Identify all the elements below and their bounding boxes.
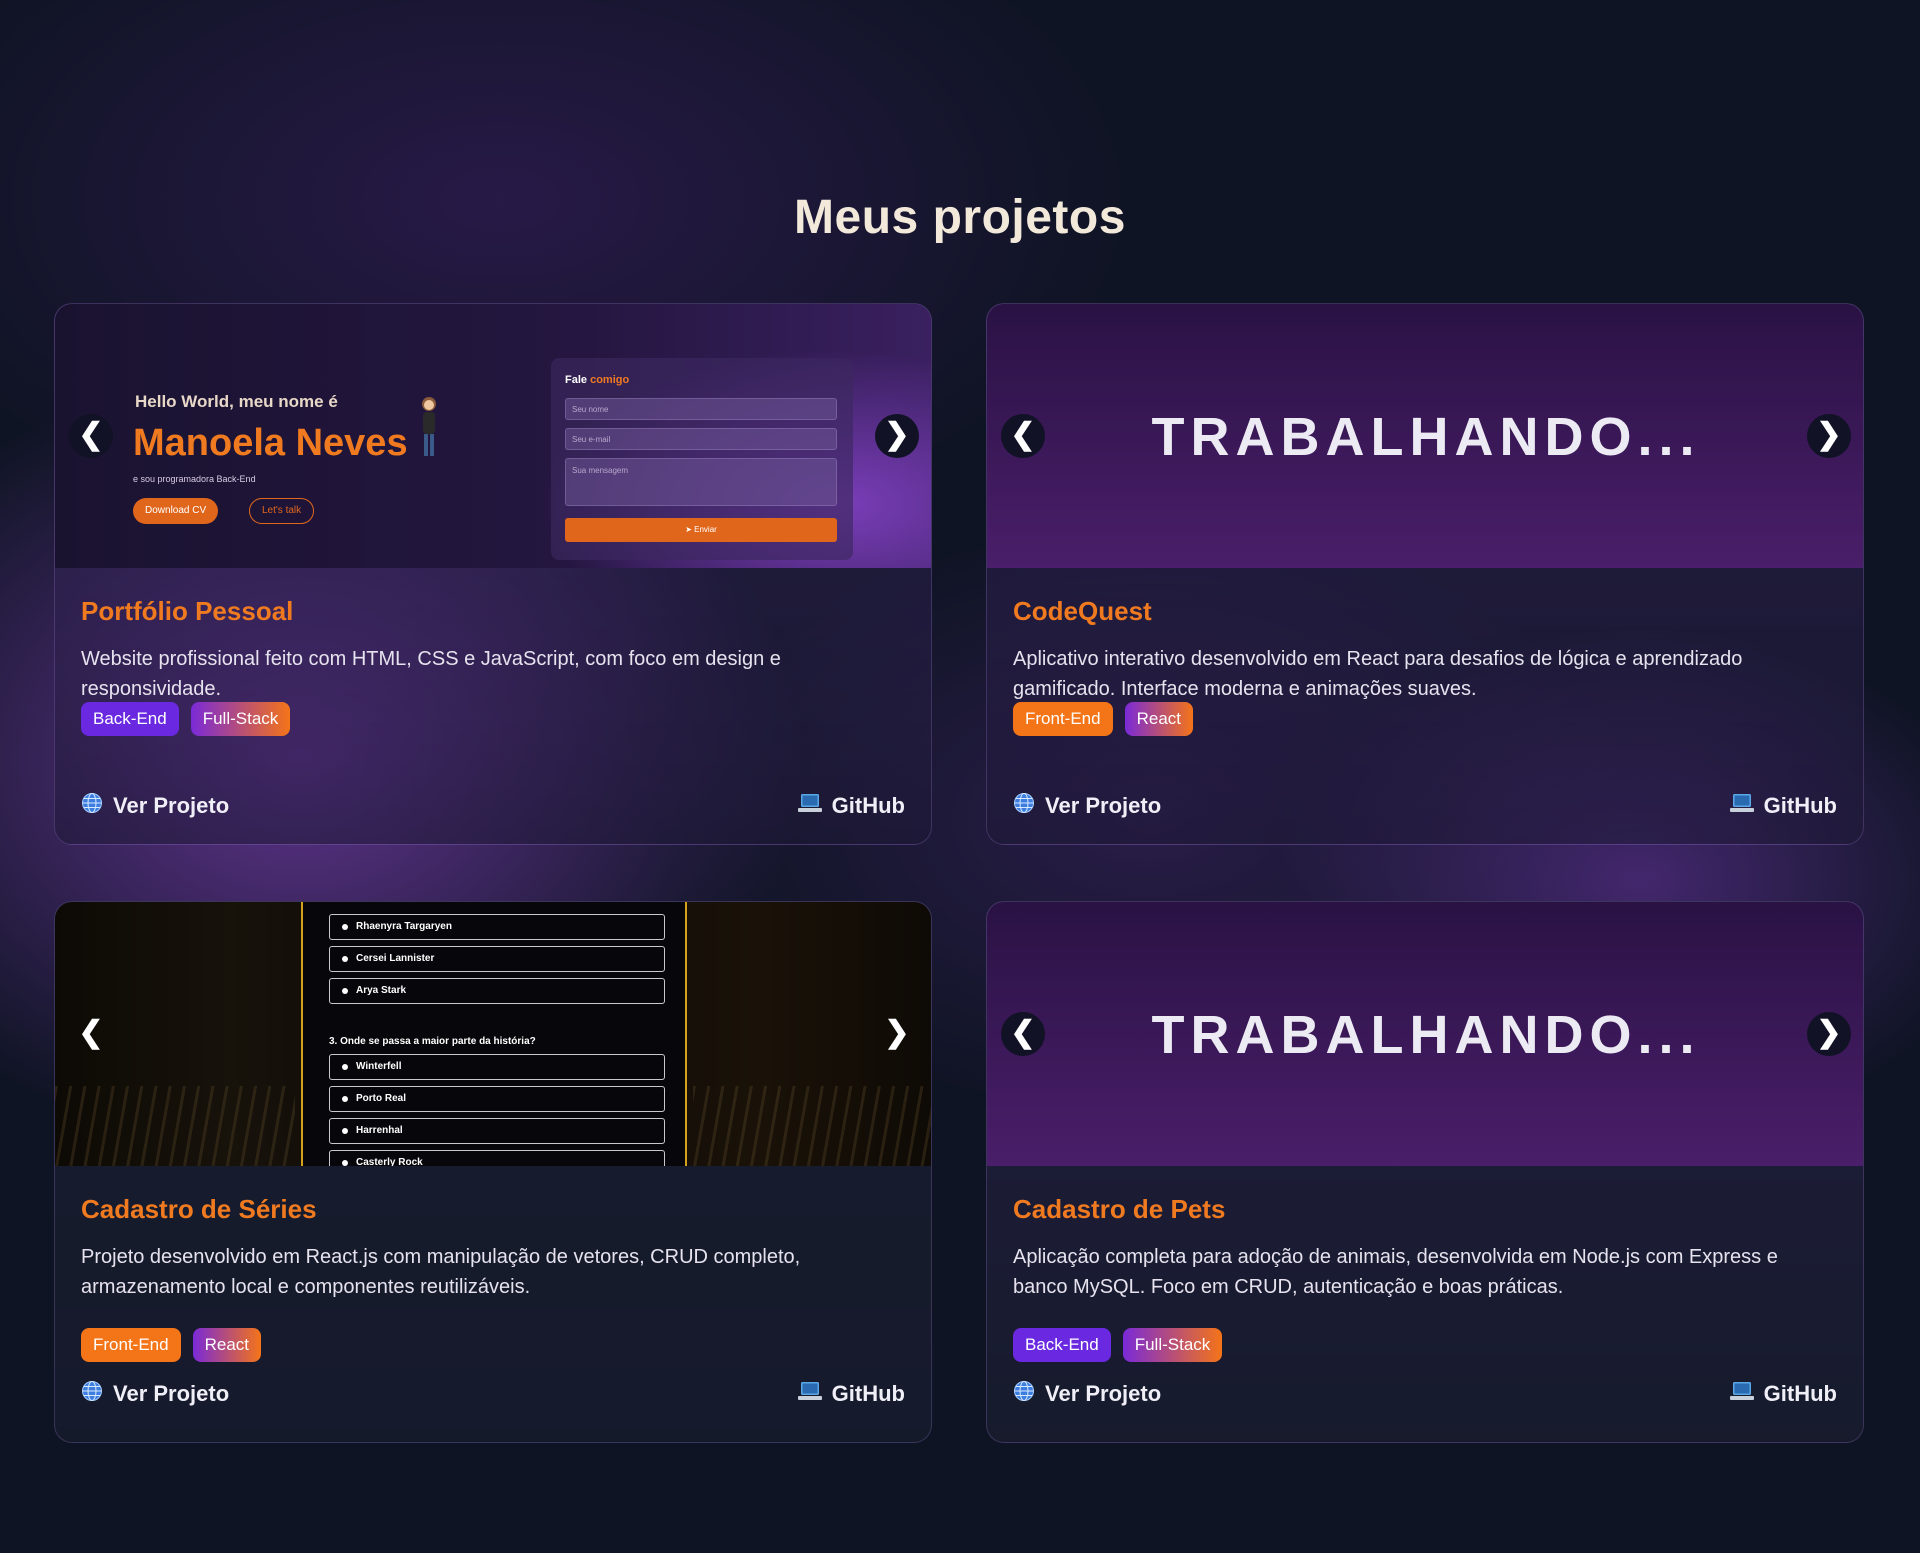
tag-list: Front-End React [81,1328,262,1362]
carousel-next-button[interactable]: ❯ [1807,414,1851,458]
project-preview: TRABALHANDO... ❮ ❯ [987,902,1863,1166]
project-title: Portfólio Pessoal [81,596,294,626]
github-label: GitHub [831,793,905,818]
globe-icon [81,792,103,820]
project-links: Ver Projeto GitHub [81,1380,905,1408]
laptop-icon [797,793,822,819]
globe-icon [1013,792,1035,820]
project-title: CodeQuest [1013,596,1152,626]
github-link[interactable]: GitHub [797,1381,905,1407]
project-description: Website profissional feito com HTML, CSS… [81,648,781,700]
carousel-prev-button[interactable]: ❮ [1001,414,1045,458]
carousel-prev-button[interactable]: ❮ [1001,1012,1045,1056]
carousel-next-button[interactable]: ❯ [875,414,919,458]
page-title: Meus projetos [794,191,1126,245]
quiz-option: Harrenhal [329,1118,665,1144]
quiz-option: Winterfell [329,1054,665,1080]
globe-icon [1013,1380,1035,1408]
name-field: Seu nome [565,398,837,420]
project-preview: Hello World, meu nome é Manoela Neves e … [55,304,931,568]
preview-name: Manoela Neves [133,422,408,464]
view-project-label: Ver Projeto [113,1381,230,1406]
view-project-link[interactable]: Ver Projeto [81,792,229,820]
grass-decoration [55,1086,295,1166]
tag-full-stack: Full-Stack [190,702,291,736]
preview-subtitle: e sou programadora Back-End [133,474,256,484]
project-description: Aplicativo interativo desenvolvido em Re… [1013,648,1743,700]
grass-decoration [693,1086,931,1166]
project-card-series: Rhaenyra Targaryen Cersei Lannister Arya… [54,901,932,1443]
quiz-option: Casterly Rock [329,1150,665,1166]
send-icon: ➤ [685,525,692,534]
quiz-question: 3. Onde se passa a maior parte da histór… [329,1036,536,1047]
tag-list: Front-End React [1013,702,1194,736]
project-card-pets: TRABALHANDO... ❮ ❯ Cadastro de Pets Apli… [986,901,1864,1443]
tag-full-stack: Full-Stack [1122,1328,1223,1362]
carousel-next-button[interactable]: ❯ [875,1012,919,1056]
tag-react: React [192,1328,262,1362]
view-project-link[interactable]: Ver Projeto [1013,1380,1161,1408]
project-links: Ver Projeto GitHub [1013,1380,1837,1408]
tag-back-end: Back-End [81,702,179,736]
project-links: Ver Projeto GitHub [81,792,905,820]
download-cv-button: Download CV [133,498,219,524]
contact-form-preview: Fale comigo Seu nome Seu e-mail Sua mens… [551,358,853,560]
github-label: GitHub [831,1381,905,1406]
preview-working-text: TRABALHANDO... [1151,407,1701,467]
project-links: Ver Projeto GitHub [1013,792,1837,820]
github-label: GitHub [1763,1381,1837,1406]
github-label: GitHub [1763,793,1837,818]
send-label: Enviar [694,525,717,534]
project-card-codequest: TRABALHANDO... ❮ ❯ CodeQuest Aplicativo … [986,303,1864,845]
avatar-icon [422,397,436,456]
tag-react: React [1124,702,1194,736]
github-link[interactable]: GitHub [1729,1381,1837,1407]
lets-talk-button: Let's talk [249,498,315,524]
project-title: Cadastro de Séries [81,1194,317,1224]
laptop-icon [1729,793,1754,819]
quiz-option: Cersei Lannister [329,946,665,972]
project-title: Cadastro de Pets [1013,1194,1226,1224]
quiz-option: Porto Real [329,1086,665,1112]
laptop-icon [1729,1381,1754,1407]
project-preview: Rhaenyra Targaryen Cersei Lannister Arya… [55,902,931,1166]
project-preview: TRABALHANDO... ❮ ❯ [987,304,1863,568]
quiz-option: Arya Stark [329,978,665,1004]
form-title-text: Fale [565,374,588,386]
quiz-option: Rhaenyra Targaryen [329,914,665,940]
email-field: Seu e-mail [565,428,837,450]
project-card-portfolio: Hello World, meu nome é Manoela Neves e … [54,303,932,845]
tag-front-end: Front-End [1013,702,1113,736]
view-project-label: Ver Projeto [1045,1381,1162,1406]
view-project-label: Ver Projeto [1045,793,1162,818]
preview-hello: Hello World, meu nome é [135,392,338,411]
carousel-prev-button[interactable]: ❮ [69,1012,113,1056]
project-description: Projeto desenvolvido em React.js com man… [81,1246,801,1298]
view-project-link[interactable]: Ver Projeto [1013,792,1161,820]
quiz-panel: Rhaenyra Targaryen Cersei Lannister Arya… [301,902,687,1166]
send-button: ➤ Enviar [565,518,837,542]
github-link[interactable]: GitHub [1729,793,1837,819]
tag-list: Back-End Full-Stack [1013,1328,1223,1362]
tag-front-end: Front-End [81,1328,181,1362]
tag-list: Back-End Full-Stack [81,702,291,736]
github-link[interactable]: GitHub [797,793,905,819]
project-description: Aplicação completa para adoção de animai… [1013,1246,1778,1298]
message-field: Sua mensagem [565,458,837,506]
carousel-prev-button[interactable]: ❮ [69,414,113,458]
preview-working-text: TRABALHANDO... [1151,1005,1701,1065]
globe-icon [81,1380,103,1408]
laptop-icon [797,1381,822,1407]
view-project-label: Ver Projeto [113,793,230,818]
view-project-link[interactable]: Ver Projeto [81,1380,229,1408]
form-title: Fale comigo [565,374,629,386]
tag-back-end: Back-End [1013,1328,1111,1362]
form-title-accent: comigo [590,374,630,386]
carousel-next-button[interactable]: ❯ [1807,1012,1851,1056]
